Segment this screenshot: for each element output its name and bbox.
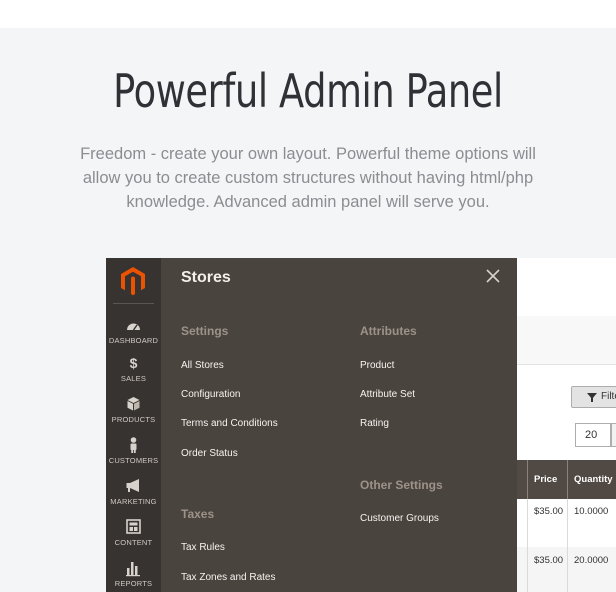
cell-price: $35.00 <box>534 555 564 566</box>
cube-icon <box>127 397 140 411</box>
grid-header: Price Quantity <box>517 460 616 499</box>
filters-button[interactable]: Filte <box>571 386 616 408</box>
cell-quantity: 10.0000 <box>574 506 609 517</box>
nav-item-customers[interactable]: CUSTOMERS <box>106 436 161 465</box>
nav-item-content[interactable]: CONTENT <box>106 518 161 547</box>
admin-screenshot: DASHBOARD $ SALES PRODUCTS CUSTOMERS MAR… <box>106 258 616 592</box>
close-icon[interactable] <box>483 266 503 286</box>
admin-nav-bar: DASHBOARD $ SALES PRODUCTS CUSTOMERS MAR… <box>106 258 161 592</box>
menu-group-taxes: Taxes <box>181 507 215 521</box>
top-band <box>0 0 616 28</box>
column-header-price[interactable]: Price <box>534 460 557 499</box>
column-separator <box>567 460 568 499</box>
table-row[interactable]: $35.00 20.0000 <box>517 547 616 592</box>
menu-link-order-status[interactable]: Order Status <box>181 448 238 459</box>
dashboard-gauge-icon <box>127 323 140 331</box>
menu-link-rating[interactable]: Rating <box>360 418 389 429</box>
menu-link-tax-rules[interactable]: Tax Rules <box>181 542 225 553</box>
cell-price: $35.00 <box>534 506 564 517</box>
nav-item-reports[interactable]: REPORTS <box>106 559 161 588</box>
menu-title: Stores <box>181 269 231 286</box>
cell-quantity: 20.0000 <box>574 555 609 566</box>
menu-link-configuration[interactable]: Configuration <box>181 389 240 400</box>
column-separator <box>567 499 568 547</box>
column-separator <box>527 547 528 592</box>
column-header-quantity[interactable]: Quantity <box>574 460 613 499</box>
grid-toolbar-band <box>517 316 616 364</box>
menu-link-product[interactable]: Product <box>360 360 394 371</box>
column-separator <box>527 499 528 547</box>
menu-group-other-settings: Other Settings <box>360 478 443 492</box>
nav-label: CUSTOMERS <box>108 456 159 465</box>
person-icon <box>130 437 137 453</box>
per-page-dropdown-toggle[interactable] <box>611 423 616 447</box>
content-layout-icon <box>126 519 141 534</box>
magento-logo-icon[interactable] <box>120 266 146 296</box>
dollar-icon: $ <box>129 355 138 371</box>
product-grid-area: Filte 20 Price Quantity $35.00 10.0000 $… <box>517 258 616 592</box>
menu-group-settings: Settings <box>181 324 229 338</box>
menu-link-customer-groups[interactable]: Customer Groups <box>360 513 439 524</box>
column-separator <box>567 547 568 592</box>
menu-link-all-stores[interactable]: All Stores <box>181 360 224 371</box>
per-page-select[interactable]: 20 <box>575 423 611 447</box>
nav-label: PRODUCTS <box>111 415 156 424</box>
funnel-icon-stem <box>591 398 593 402</box>
nav-label: SALES <box>120 374 147 383</box>
menu-link-attribute-set[interactable]: Attribute Set <box>360 389 415 400</box>
section-description: Freedom - create your own layout. Powerf… <box>80 145 536 211</box>
filters-label: Filte <box>601 391 616 402</box>
stores-menu-panel: Stores Settings All Stores Configuration… <box>161 258 517 592</box>
nav-label: DASHBOARD <box>108 336 159 345</box>
nav-item-marketing[interactable]: MARKETING <box>106 477 161 506</box>
megaphone-icon <box>126 479 139 492</box>
nav-divider <box>113 303 154 304</box>
section-title: Powerful Admin Panel <box>113 64 503 118</box>
menu-group-attributes: Attributes <box>360 324 417 338</box>
table-row[interactable]: $35.00 10.0000 <box>517 499 616 547</box>
nav-label: MARKETING <box>110 497 157 506</box>
bar-chart-icon <box>126 562 140 577</box>
nav-item-sales[interactable]: $ SALES <box>106 354 161 383</box>
nav-label: REPORTS <box>114 579 153 588</box>
menu-link-terms-and-conditions[interactable]: Terms and Conditions <box>181 418 278 429</box>
nav-item-dashboard[interactable]: DASHBOARD <box>106 316 161 345</box>
menu-link-tax-zones-and-rates[interactable]: Tax Zones and Rates <box>181 572 276 583</box>
column-separator <box>527 460 528 499</box>
nav-item-products[interactable]: PRODUCTS <box>106 395 161 424</box>
divider <box>517 364 616 365</box>
nav-label: CONTENT <box>114 538 153 547</box>
